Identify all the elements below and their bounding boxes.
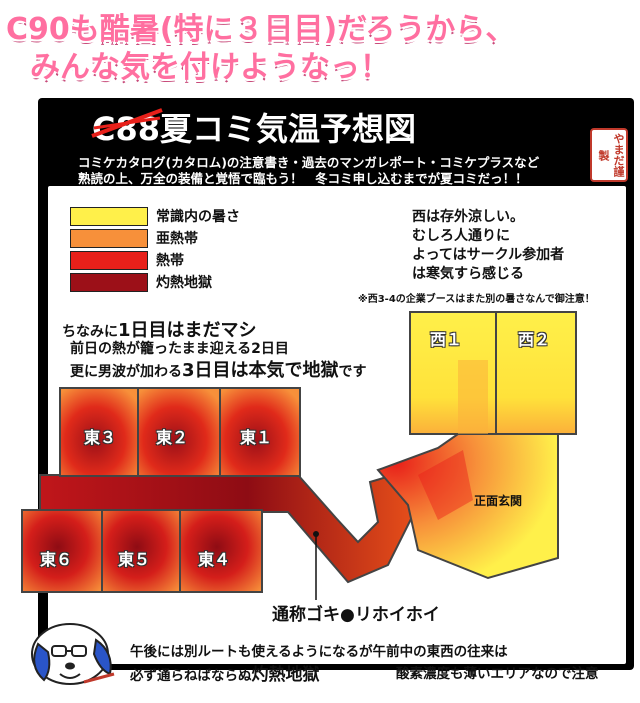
- west-heat-path: [458, 360, 488, 434]
- legend-swatch-subtropical: [70, 229, 148, 248]
- corridor-nickname-label: 通称ゴキ●リホイホイ: [272, 605, 440, 625]
- hall-label-east-2: 東２: [156, 428, 189, 447]
- legend-label-scorching: 灼熱地獄: [156, 275, 212, 291]
- bottom-scorching-emphasis: 灼熱地獄: [251, 665, 320, 685]
- intro-line-2: 熟読の上、万全の装備と覚悟で臨もう！ 冬コミ申し込むまでが夏コミだっ！！: [78, 171, 528, 186]
- headline-line-2: みんな気を付けようなっ！: [30, 50, 390, 85]
- bottom-line-2: 必ず通らねばならぬ灼熱地獄: [130, 660, 320, 685]
- east-note-day3-emphasis: 3日目は本気で地獄: [182, 360, 339, 381]
- bottom-line-1: 午後には別ルートも使えるようになるが午前中の東西の往来は: [130, 644, 508, 660]
- legend-swatch-scorching: [70, 273, 148, 292]
- mascot-dog-illustration: [31, 623, 115, 685]
- hall-label-east-4: 東４: [198, 550, 231, 569]
- bottom-line-2-lead: 必ず通らねばならぬ: [130, 668, 252, 684]
- hall-label-east-5: 東５: [118, 550, 151, 569]
- west-note-line-3: よってはサークル参加者: [412, 247, 565, 263]
- west-note-line-4: は寒気すら感じる: [412, 266, 524, 282]
- callout-pointer-dot: [313, 531, 319, 537]
- legend-label-mild: 常識内の暑さ: [156, 209, 240, 225]
- author-seal: やまだ謹製: [590, 128, 628, 182]
- hall-label-east-1: 東１: [240, 428, 273, 447]
- title-main: 夏コミ気温予想図: [160, 110, 417, 148]
- hall-label-east-6: 東６: [40, 550, 73, 569]
- east-note-line-3-lead: 更に男波が加わる: [70, 364, 182, 380]
- east-note-line-3: 更に男波が加わる3日目は本気で地獄です: [70, 356, 367, 382]
- west-note-line-1: 西は存外涼しい。: [412, 209, 524, 225]
- legend-swatch-mild: [70, 207, 148, 226]
- east-note-line-3-tail: です: [338, 364, 367, 380]
- main-entrance-label: 正面玄関: [474, 494, 523, 508]
- bottom-oxygen-note: 酸素濃度も薄いエリアなので注意: [396, 666, 599, 682]
- legend-swatch-tropical: [70, 251, 148, 270]
- east-note-line-2: 前日の熱が籠ったまま迎える2日目: [70, 341, 289, 357]
- hall-label-west-1: 西１: [430, 330, 463, 349]
- hall-label-west-2: 西２: [518, 330, 551, 349]
- strike-through-mark: [91, 108, 163, 138]
- legend-label-tropical: 熱帯: [156, 253, 184, 269]
- legend-label-subtropical: 亜熱帯: [156, 231, 198, 247]
- hall-label-east-3: 東３: [84, 428, 117, 447]
- west-note-line-2: むしろ人通りに: [412, 228, 510, 244]
